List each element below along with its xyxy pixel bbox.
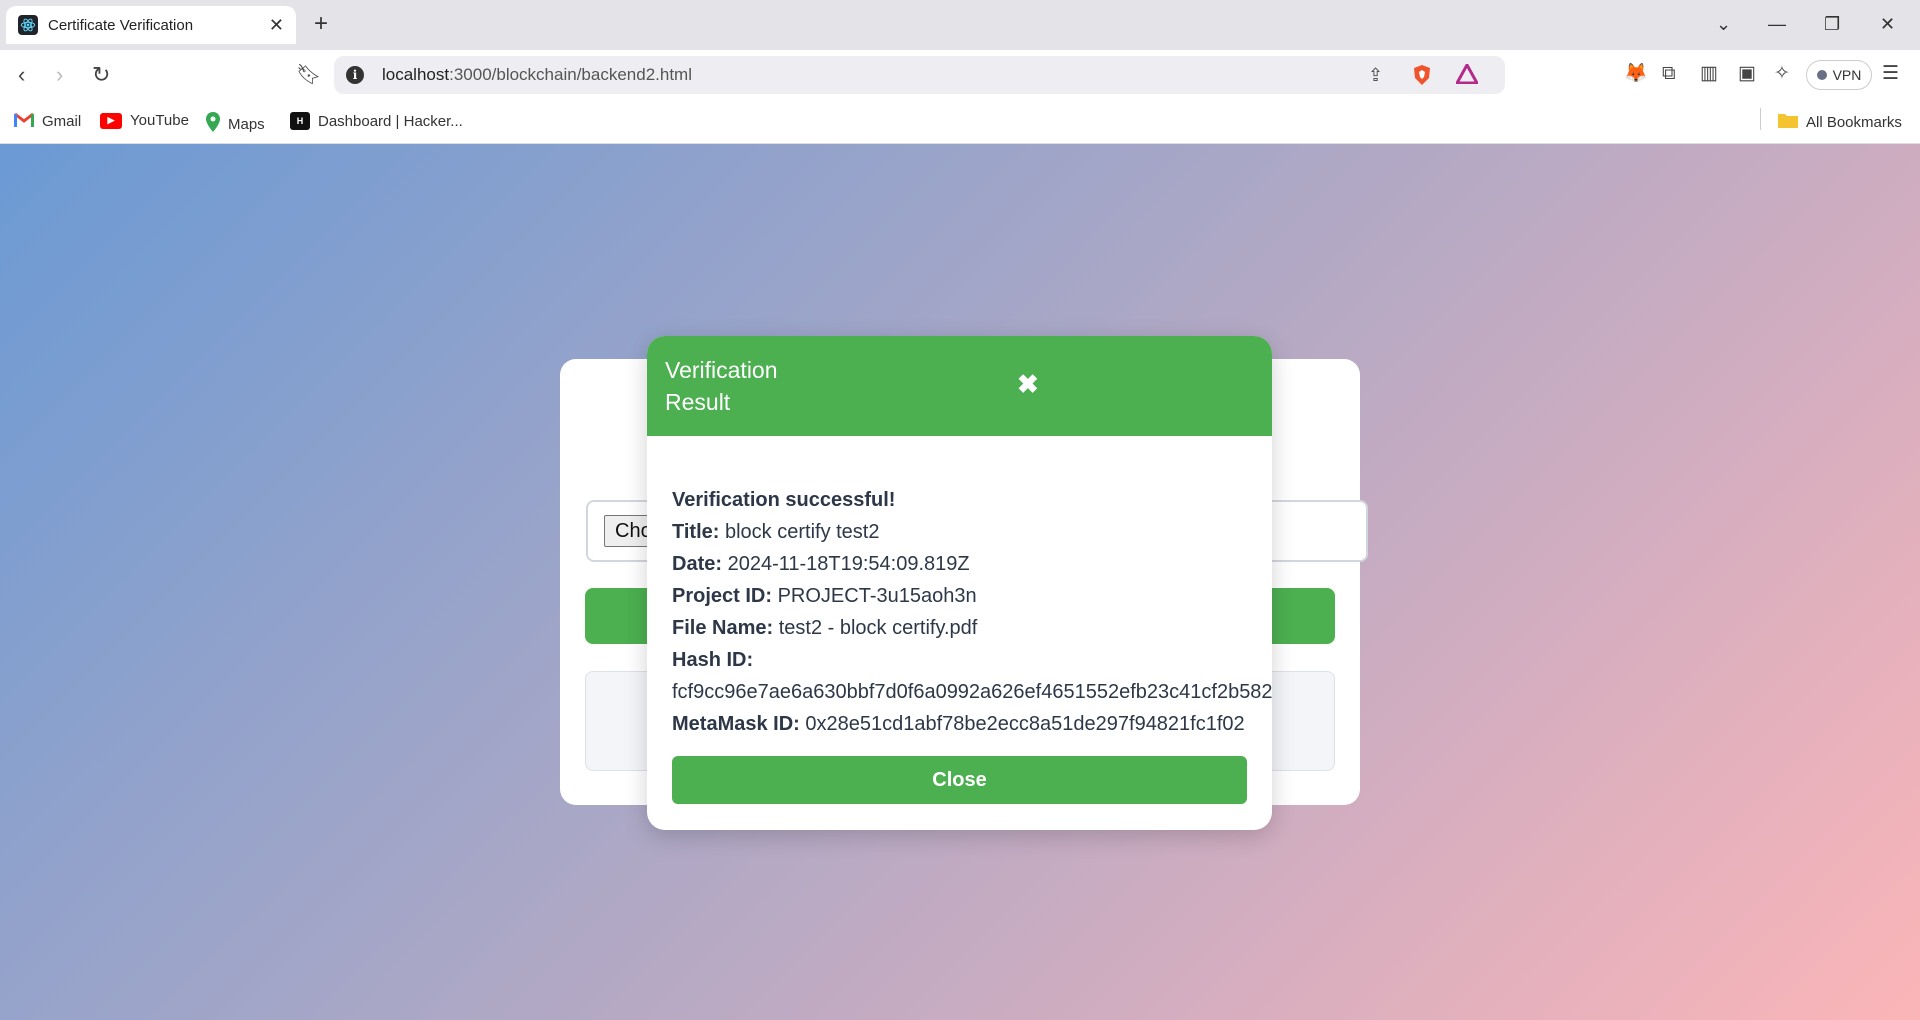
share-icon[interactable]: ⇪ [1368,64,1383,86]
metamask-icon[interactable]: 🦊 [1624,63,1648,85]
brave-shields-icon[interactable] [1412,64,1432,91]
bookmark-label: Gmail [42,113,82,130]
modal-title: Verification Result [665,357,778,415]
address-bar[interactable]: i localhost:3000/blockchain/backend2.htm… [334,56,1505,94]
field-label: Project ID: [672,585,773,607]
gmail-icon [14,112,34,131]
site-info-icon[interactable]: i [346,66,364,84]
bookmark-hackerrank[interactable]: H Dashboard | Hacker... [290,112,463,130]
field-label: MetaMask ID: [672,713,800,735]
field-hash-id-label: Hash ID: [672,644,1262,676]
folder-icon [1778,112,1798,132]
youtube-icon: ▶ [100,112,122,129]
new-tab-icon[interactable]: + [314,11,328,37]
leo-ai-icon[interactable]: ✧ [1774,63,1790,85]
url-host: localhost [382,65,450,84]
field-value: 2024-11-18T19:54:09.819Z [727,553,970,575]
back-icon[interactable]: ‹ [18,62,25,88]
field-value: 0x28e51cd1abf78be2ecc8a51de297f94821fc1f… [805,713,1245,735]
maps-pin-icon [206,112,220,136]
field-label: Hash ID: [672,649,754,671]
extensions-icon[interactable]: ⧉ [1662,63,1676,85]
page-background: Cho fcf9 ac5f Verification Result ✖ Veri… [0,144,1920,1020]
field-project-id: Project ID: PROJECT-3u15aoh3n [672,580,1262,612]
field-hash-id-value: fcf9cc96e7ae6a630bbf7d0f6a0992a626ef4651… [672,676,1272,708]
all-bookmarks-label: All Bookmarks [1806,113,1902,131]
forward-icon[interactable]: › [56,62,63,88]
hackerrank-icon: H [290,112,310,130]
tab-strip: Certificate Verification ✕ + ⌄ — ❐ ✕ [0,0,1920,50]
minimize-icon[interactable]: — [1768,12,1786,36]
tab-search-chevron-icon[interactable]: ⌄ [1716,12,1731,36]
modal-body: Verification successful! Title: block ce… [672,484,1272,740]
field-title: Title: block certify test2 [672,516,1262,548]
status-text: Verification successful! [672,489,896,511]
status-message: Verification successful! [672,484,1262,516]
field-value: block certify test2 [724,521,880,543]
close-tab-icon[interactable]: ✕ [269,15,284,36]
field-file-name: File Name: test2 - block certify.pdf [672,612,1262,644]
close-button[interactable]: Close [672,756,1247,804]
modal-header: Verification Result ✖ [647,336,1272,436]
bookmark-label: Dashboard | Hacker... [318,112,463,130]
vpn-label: VPN [1832,67,1862,83]
bookmark-label: Maps [228,115,265,133]
reload-icon[interactable]: ↻ [92,62,110,88]
brave-rewards-icon[interactable] [1454,61,1480,89]
bookmarks-bar: Gmail ▶ YouTube Maps H Dashboard | Hacke… [0,100,1920,144]
field-label: Title: [672,521,720,543]
browser-tab-active[interactable]: Certificate Verification ✕ [6,6,296,44]
field-metamask-id: MetaMask ID: 0x28e51cd1abf78be2ecc8a51de… [672,708,1262,740]
wallet-icon[interactable]: ▣ [1738,63,1756,85]
field-date: Date: 2024-11-18T19:54:09.819Z [672,548,1262,580]
verification-result-modal: Verification Result ✖ Verification succe… [647,336,1272,830]
field-value: test2 - block certify.pdf [778,617,978,639]
bookmark-gmail[interactable]: Gmail [14,112,81,131]
bookmark-youtube[interactable]: ▶ YouTube [100,112,189,129]
vpn-button[interactable]: VPN [1806,60,1872,90]
url-text[interactable]: localhost:3000/blockchain/backend2.html [382,65,692,85]
all-bookmarks[interactable]: All Bookmarks [1778,112,1902,132]
sidebar-icon[interactable]: ▥ [1700,63,1718,85]
bookmark-maps[interactable]: Maps [206,112,265,136]
bookmarks-divider [1760,108,1761,130]
field-label: Date: [672,553,723,575]
field-label: File Name: [672,617,774,639]
restore-icon[interactable]: ❐ [1824,12,1840,36]
tab-title: Certificate Verification [48,16,194,34]
vpn-status-icon [1816,70,1827,80]
field-value: PROJECT-3u15aoh3n [777,585,977,607]
react-icon [18,15,38,35]
bookmark-icon[interactable]: 🔖︎ [296,62,321,88]
field-value: fcf9cc96e7ae6a630bbf7d0f6a0992a626ef4651… [672,681,1272,703]
url-path: :3000/blockchain/backend2.html [449,65,692,84]
menu-icon[interactable]: ☰ [1882,63,1899,85]
close-window-icon[interactable]: ✕ [1880,12,1895,36]
close-icon[interactable]: ✖ [1017,370,1039,398]
bookmark-label: YouTube [130,112,189,129]
